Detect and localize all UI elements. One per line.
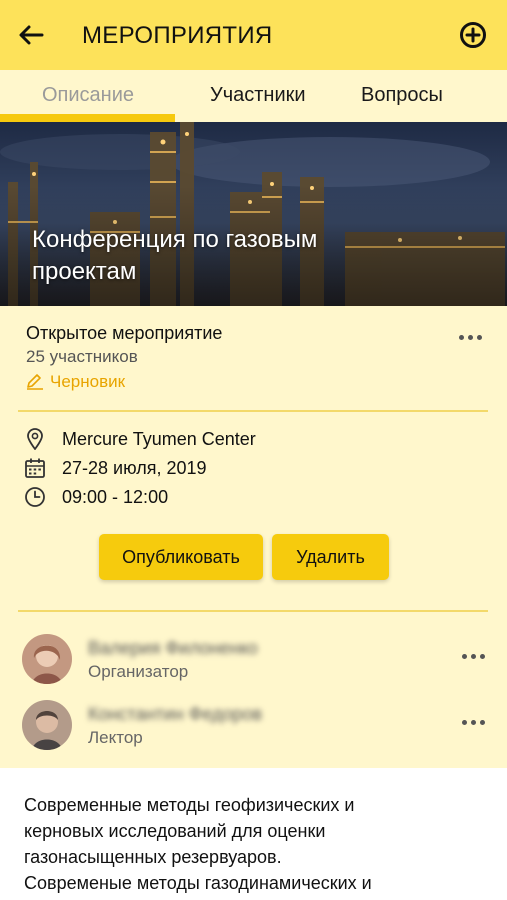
- status-badge: Черновик: [26, 372, 125, 392]
- description-line: керновых исследований для оценки: [24, 821, 326, 841]
- more-dots-icon: [470, 653, 476, 659]
- status-text: Черновик: [50, 372, 126, 391]
- event-title: Конференция по газовым проектам: [32, 226, 318, 285]
- person-more-button[interactable]: [458, 646, 488, 666]
- active-tab-indicator: [0, 114, 175, 122]
- clock-icon: [24, 486, 46, 508]
- person-role: Лектор: [88, 728, 143, 747]
- more-dots-icon: [461, 653, 467, 659]
- tab-questions[interactable]: Вопросы: [361, 84, 443, 107]
- more-dots-icon: [458, 334, 464, 340]
- tab-description[interactable]: Описание: [42, 84, 134, 107]
- description-line: газонасыщенных резервуаров.: [24, 847, 282, 867]
- description-line: Современные методы геофизических и: [24, 795, 355, 815]
- divider: [18, 410, 488, 412]
- event-type: Открытое мероприятие: [26, 323, 223, 343]
- event-details-card: Открытое мероприятие 25 участников Черно…: [0, 306, 507, 768]
- event-more-button[interactable]: [455, 327, 485, 347]
- more-dots-icon: [476, 334, 482, 340]
- participants-count: 25 участников: [26, 347, 138, 366]
- more-dots-icon: [461, 719, 467, 725]
- more-dots-icon: [479, 719, 485, 725]
- avatar: [22, 700, 72, 750]
- page-title: МЕРОПРИЯТИЯ: [82, 22, 273, 49]
- back-button[interactable]: [14, 20, 48, 50]
- location-row: Mercure Tyumen Center: [24, 428, 256, 450]
- date-row: 27-28 июля, 2019: [24, 457, 207, 479]
- location-text: Mercure Tyumen Center: [62, 428, 256, 449]
- more-dots-icon: [479, 653, 485, 659]
- pencil-icon: [27, 374, 43, 390]
- location-pin-icon: [24, 428, 46, 450]
- person-row[interactable]: Константин Федоров Лектор: [22, 700, 492, 756]
- event-description: Современные методы геофизических и керно…: [24, 792, 484, 896]
- date-text: 27-28 июля, 2019: [62, 457, 207, 478]
- publish-button[interactable]: Опубликовать: [99, 534, 263, 580]
- arrow-left-icon: [19, 25, 44, 45]
- more-dots-icon: [467, 334, 473, 340]
- person-role: Организатор: [88, 662, 189, 681]
- delete-button[interactable]: Удалить: [272, 534, 389, 580]
- more-dots-icon: [470, 719, 476, 725]
- time-row: 09:00 - 12:00: [24, 486, 168, 508]
- time-text: 09:00 - 12:00: [62, 486, 169, 507]
- person-name: Валерия Филоненко: [88, 638, 258, 658]
- top-app-bar: МЕРОПРИЯТИЯ: [0, 0, 507, 70]
- person-name: Константин Федоров: [88, 704, 263, 724]
- calendar-icon: [24, 457, 46, 479]
- divider: [18, 610, 488, 612]
- event-cover-image: Конференция по газовым проектам: [0, 122, 507, 306]
- tab-participants[interactable]: Участники: [210, 84, 306, 107]
- person-row[interactable]: Валерия Филоненко Организатор: [22, 634, 492, 690]
- plus-circle-icon: [460, 22, 486, 48]
- description-line: Современые методы газодинамических и: [24, 873, 372, 893]
- person-more-button[interactable]: [458, 712, 488, 732]
- avatar: [22, 634, 72, 684]
- add-event-button[interactable]: [459, 21, 487, 49]
